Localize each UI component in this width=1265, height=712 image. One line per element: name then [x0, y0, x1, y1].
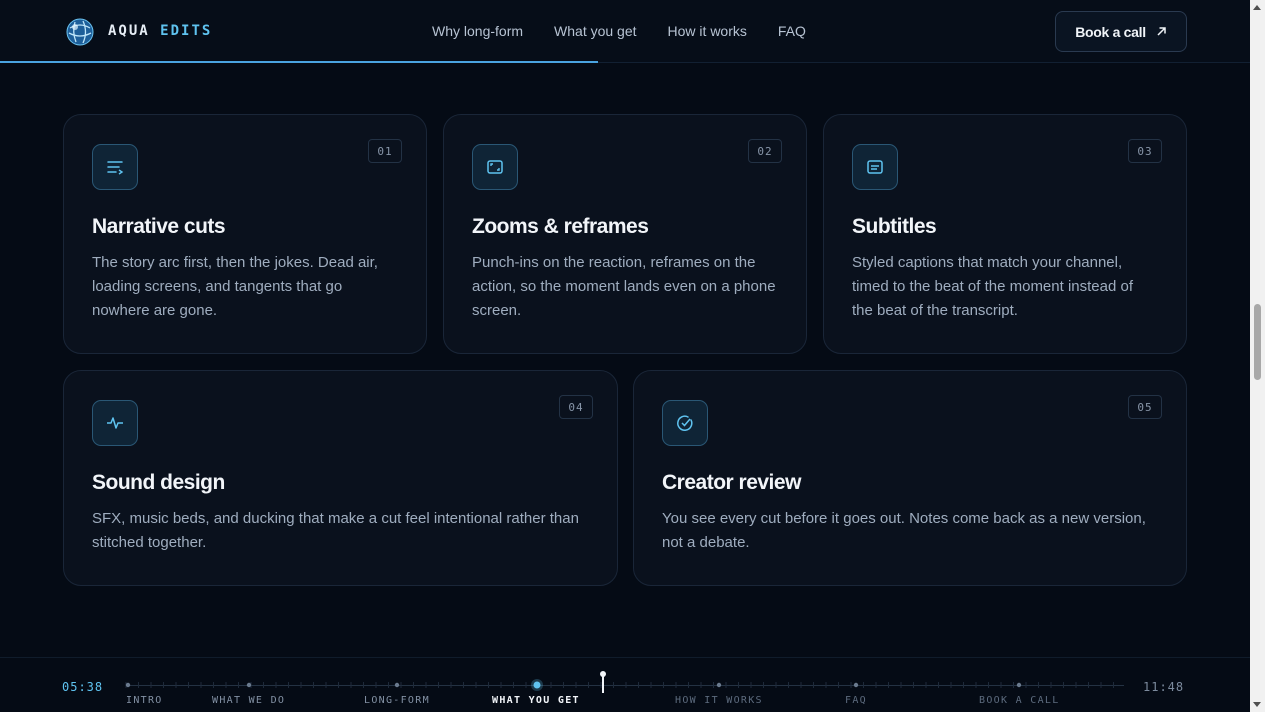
card-description: SFX, music beds, and ducking that make a…: [92, 510, 579, 551]
page-scrollbar[interactable]: [1250, 0, 1265, 712]
book-call-button[interactable]: Book a call: [1055, 11, 1187, 52]
feature-card-sound-design: 04 Sound design SFX, music beds, and duc…: [63, 370, 618, 586]
timeline-section-dot: [394, 682, 400, 688]
site-header: AQUA EDITS Why long-form What you get Ho…: [0, 0, 1250, 63]
card-title: Creator review: [662, 471, 801, 494]
timeline-label-faq[interactable]: FAQ: [845, 695, 867, 706]
reframe-icon: [487, 160, 503, 174]
waveform-icon: [107, 417, 123, 429]
arrow-up-right-icon: [1157, 27, 1166, 36]
timeline-section-dot: [853, 682, 859, 688]
timeline-active-dot: [533, 681, 541, 689]
card-description: Styled captions that match your channel,…: [852, 254, 1134, 319]
brand-part-1: AQUA: [108, 23, 150, 39]
timeline-label-what-you-get[interactable]: WHAT YOU GET: [492, 695, 580, 706]
main-nav: Why long-form What you get How it works …: [432, 23, 837, 39]
card-number: 02: [748, 139, 782, 163]
card-title: Sound design: [92, 471, 225, 494]
card-number: 03: [1128, 139, 1162, 163]
card-description: The story arc first, then the jokes. Dea…: [92, 254, 378, 319]
scroll-progress-bar: [0, 61, 598, 63]
timeline-section-dot: [246, 682, 252, 688]
timeline-ticks: [125, 671, 1114, 693]
card-icon-box: [92, 400, 138, 446]
feature-card-subtitles: 03 Subtitles Styled captions that match …: [823, 114, 1187, 354]
feature-card-zooms-reframes: 02 Zooms & reframes Punch-ins on the rea…: [443, 114, 807, 354]
timeline-section-dot: [125, 682, 131, 688]
feature-card-narrative-cuts: 01 Narrative cuts The story arc first, t…: [63, 114, 427, 354]
card-icon-box: [92, 144, 138, 190]
timeline-label-long-form[interactable]: LONG-FORM: [364, 695, 430, 706]
card-number: 04: [559, 395, 593, 419]
card-number: 01: [368, 139, 402, 163]
list-arrow-icon: [107, 161, 124, 175]
timeline-label-intro[interactable]: INTRO: [126, 695, 163, 706]
nav-link-what-you-get[interactable]: What you get: [554, 23, 637, 39]
check-circle-icon: [677, 415, 693, 431]
book-call-label: Book a call: [1075, 23, 1146, 40]
nav-link-faq[interactable]: FAQ: [778, 23, 806, 39]
brand-part-2: EDITS: [160, 23, 213, 39]
feature-card-creator-review: 05 Creator review You see every cut befo…: [633, 370, 1187, 586]
card-number: 05: [1128, 395, 1162, 419]
brand-wordmark[interactable]: AQUA EDITS: [108, 23, 212, 39]
timeline-label-book-a-call[interactable]: BOOK A CALL: [979, 695, 1060, 706]
timeline-total-time: 11:48: [1143, 680, 1185, 694]
nav-link-how-it-works[interactable]: How it works: [668, 23, 747, 39]
card-icon-box: [662, 400, 708, 446]
timeline-section-dot: [716, 682, 722, 688]
scroll-up-arrow-icon[interactable]: [1253, 5, 1261, 10]
card-icon-box: [852, 144, 898, 190]
card-title: Narrative cuts: [92, 215, 226, 238]
timeline-playhead-knob: [600, 671, 606, 677]
card-title: Zooms & reframes: [472, 215, 649, 238]
timeline-section-dot: [1016, 682, 1022, 688]
logo-globe-icon[interactable]: [66, 18, 94, 46]
timeline-label-what-we-do[interactable]: WHAT WE DO: [212, 695, 285, 706]
card-description: You see every cut before it goes out. No…: [662, 510, 1146, 551]
card-description: Punch-ins on the reaction, reframes on t…: [472, 254, 776, 319]
timeline-label-how-it-works[interactable]: HOW IT WORKS: [675, 695, 763, 706]
card-icon-box: [472, 144, 518, 190]
caption-icon: [867, 160, 883, 174]
section-timeline: 05:38 INTRO WHAT WE DO LONG-FORM WHAT YO…: [0, 657, 1250, 712]
scroll-thumb[interactable]: [1254, 304, 1261, 380]
scroll-down-arrow-icon[interactable]: [1253, 702, 1261, 707]
nav-link-why-long-form[interactable]: Why long-form: [432, 23, 523, 39]
card-title: Subtitles: [852, 215, 937, 238]
